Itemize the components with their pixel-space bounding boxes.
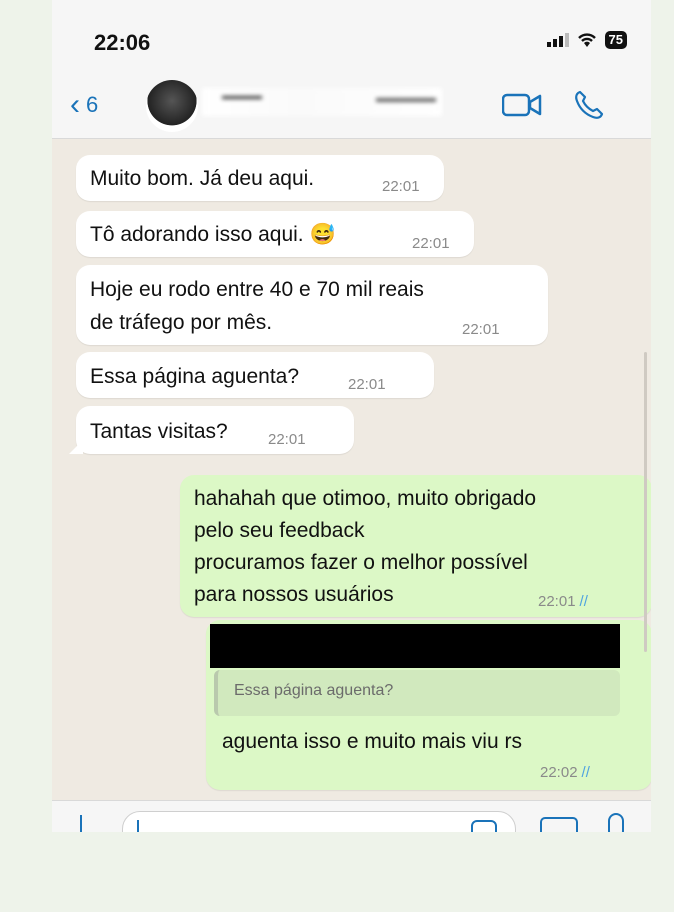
plus-icon[interactable] <box>80 815 82 832</box>
message-text: Muito bom. Já deu aqui. <box>90 167 315 190</box>
phone-icon[interactable] <box>572 88 606 122</box>
message-incoming[interactable]: Essa página aguenta? 22:01 <box>76 352 434 398</box>
message-outgoing[interactable]: hahahah que otimoo, muito obrigado pelo … <box>180 475 651 617</box>
chevron-left-icon: ‹ <box>70 88 80 121</box>
read-ticks-icon: // <box>579 593 588 610</box>
scrollbar[interactable] <box>644 352 647 652</box>
message-time: 22:01 <box>268 431 306 448</box>
unread-count: 6 <box>86 92 99 117</box>
signal-icon <box>546 33 569 47</box>
header-bar: 22:06 75 ‹ 6 <box>52 0 651 139</box>
status-time: 22:06 <box>94 30 151 55</box>
message-time: 22:01 <box>382 178 420 195</box>
message-time: 22:01// <box>538 593 588 610</box>
message-time: 22:01 <box>348 376 386 393</box>
wifi-icon <box>577 33 596 47</box>
back-button[interactable]: ‹ 6 <box>70 88 99 121</box>
message-text-line-1: Hoje eu rodo entre 40 e 70 mil reais <box>90 278 424 301</box>
message-time-text: 22:01 <box>538 593 576 610</box>
message-time-text: 22:02 <box>540 764 578 781</box>
message-incoming[interactable]: Hoje eu rodo entre 40 e 70 mil reais de … <box>76 265 548 345</box>
message-time: 22:02// <box>540 764 590 781</box>
message-incoming[interactable]: Muito bom. Já deu aqui. 22:01 <box>76 155 444 201</box>
battery-icon: 75 <box>604 31 627 49</box>
text-cursor <box>137 820 139 832</box>
message-text-line-2: de tráfego por mês. <box>90 311 273 334</box>
contact-avatar[interactable] <box>146 80 198 132</box>
message-incoming[interactable]: Tantas visitas? 22:01 <box>76 406 354 454</box>
status-icons: 75 <box>546 31 627 49</box>
composer-bar <box>52 800 651 832</box>
message-text: Tantas visitas? <box>90 420 228 443</box>
message-text: Essa página aguenta? <box>90 365 300 388</box>
message-text: aguenta isso e muito mais viu rs <box>222 730 522 753</box>
contact-name-redacted[interactable] <box>202 88 442 116</box>
video-camera-icon[interactable] <box>502 92 542 118</box>
message-line: procuramos fazer o melhor possível <box>194 551 528 574</box>
read-ticks-icon: // <box>581 764 590 781</box>
message-input[interactable] <box>122 811 516 832</box>
sticker-icon[interactable] <box>471 820 497 832</box>
message-line: pelo seu feedback <box>194 519 365 542</box>
message-line: hahahah que otimoo, muito obrigado <box>194 487 537 510</box>
message-time: 22:01 <box>412 235 450 252</box>
camera-icon[interactable] <box>540 817 578 832</box>
message-time: 22:01 <box>462 321 500 338</box>
redacted-block <box>210 624 620 668</box>
message-line: para nossos usuários <box>194 583 394 606</box>
message-incoming[interactable]: Tô adorando isso aqui. 😅 22:01 <box>76 211 474 257</box>
quoted-message[interactable]: Essa página aguenta? <box>214 670 620 716</box>
message-text: Tô adorando isso aqui. 😅 <box>90 223 336 246</box>
chat-screen: 22:06 75 ‹ 6 Muito bom. Já deu aqui. 22:… <box>52 0 651 832</box>
quoted-text: Essa página aguenta? <box>234 682 394 699</box>
microphone-icon[interactable] <box>608 813 624 832</box>
